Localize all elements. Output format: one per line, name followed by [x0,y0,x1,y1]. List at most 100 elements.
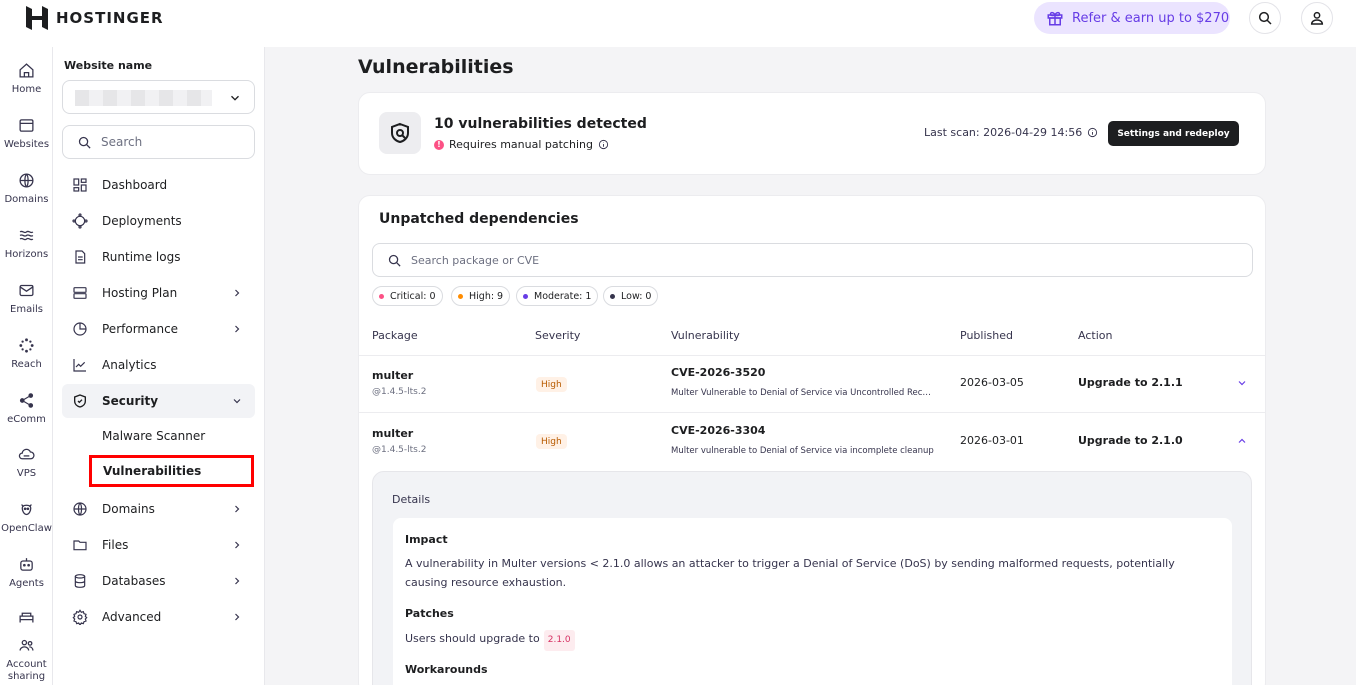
rail-websites[interactable]: Websites [0,117,53,151]
rail-emails[interactable]: Emails [0,282,53,316]
sidebar-item-label: Domains [102,502,155,516]
performance-icon [73,322,87,336]
user-icon [1310,11,1324,25]
sidebar-item-label: Performance [102,322,179,336]
analytics-icon [73,359,86,372]
search-button[interactable] [1249,2,1281,34]
upgrade-action: Upgrade to 2.1.1 [1078,376,1183,389]
sidebar-subitem-malware-scanner[interactable]: Malware Scanner [102,429,205,443]
search-icon [388,254,401,267]
hostinger-logo[interactable]: HOSTINGER [26,6,164,30]
sidebar-item-label: Dashboard [102,178,168,192]
website-select[interactable] [62,80,255,114]
sidebar-item-advanced[interactable]: Advanced [62,600,255,634]
column-header-severity: Severity [535,329,581,342]
info-icon[interactable] [1087,127,1098,138]
bed-icon [19,612,34,623]
gift-icon [1047,11,1063,26]
severity-dot [458,293,463,299]
rail-bed[interactable] [0,609,53,631]
sidebar-item-analytics[interactable]: Analytics [62,348,255,382]
severity-dot [523,293,528,299]
horizons-icon [19,230,34,241]
package-search-input[interactable]: Search package or CVE [372,243,1253,277]
chevron-up-icon[interactable] [1236,435,1248,447]
openclaw-icon [21,504,32,516]
sidebar-item-runtime-logs[interactable]: Runtime logs [62,240,255,274]
filter-chip-critical[interactable]: Critical: 0 [372,286,443,306]
column-header-package: Package [372,329,418,342]
chevron-right-icon [235,505,240,513]
rail-reach[interactable]: Reach [0,337,53,371]
cve-description: Multer Vulnerable to Denial of Service v… [671,388,936,398]
settings-redeploy-button[interactable]: Settings and redeploy [1108,121,1239,146]
top-bar: HOSTINGER Refer & earn up to $270 [0,0,1356,47]
folder-icon [73,540,87,551]
sidebar-item-dashboard[interactable]: Dashboard [62,168,255,202]
filter-chip-low[interactable]: Low: 0 [603,286,659,306]
globe-icon [19,173,34,188]
website-name-label: Website name [64,59,153,72]
refer-earn-button[interactable]: Refer & earn up to $270 [1034,2,1230,34]
impact-heading: Impact [405,533,448,546]
scan-summary-card: 10 vulnerabilities detected ! Requires m… [358,92,1266,175]
brand-name: HOSTINGER [56,9,164,27]
rail-ecomm[interactable]: eComm [0,392,53,426]
sidebar-search-input[interactable]: Search [62,125,255,159]
sidebar-subitem-label: Vulnerabilities [103,464,202,478]
sidebar-item-security[interactable]: Security [62,384,255,418]
chip-label: Critical: 0 [390,290,436,302]
vulnerabilities-count: 10 vulnerabilities detected [434,116,647,132]
rail-horizons[interactable]: Horizons [0,227,53,261]
filter-chip-moderate[interactable]: Moderate: 1 [516,286,599,306]
patching-status-text: Requires manual patching [449,138,593,151]
info-icon[interactable] [598,139,609,150]
sidebar-item-files[interactable]: Files [62,528,255,562]
rail-label: Agents [9,578,44,589]
chevron-down-icon [231,95,239,101]
row-divider [359,355,1265,356]
sidebar-item-performance[interactable]: Performance [62,312,255,346]
rail-openclaw[interactable]: OpenClaw [0,501,53,535]
filter-chip-high[interactable]: High: 9 [451,286,511,306]
sidebar-item-domains[interactable]: Domains [62,492,255,526]
rail-home[interactable]: Home [0,62,53,96]
sidebar-item-deployments[interactable]: Deployments [62,204,255,238]
sidebar-item-label: Runtime logs [102,250,181,264]
cve-description: Multer vulnerable to Denial of Service v… [671,446,934,456]
column-header-action: Action [1078,329,1113,342]
agents-icon [20,558,33,571]
severity-dot [379,293,384,299]
patches-text: Users should upgrade to [405,632,540,645]
rail-domains[interactable]: Domains [0,172,53,206]
sidebar-item-label: Deployments [102,214,182,228]
cve-id: CVE-2026-3304 [671,424,766,437]
rail-agents[interactable]: Agents [0,556,53,590]
last-scan: Last scan: 2026-04-29 14:56 [924,126,1098,139]
chevron-right-icon [235,577,240,585]
rail-account-sharing[interactable]: Account sharing [0,637,53,683]
chip-label: Moderate: 1 [534,290,592,302]
vps-icon [18,448,35,460]
unpatched-dependencies-card: Unpatched dependencies Search package or… [358,195,1266,685]
rail-label: Home [11,84,42,95]
sidebar-item-databases[interactable]: Databases [62,564,255,598]
impact-text: A vulnerability in Multer versions < 2.1… [405,557,1175,589]
deployments-icon [72,213,88,229]
sidebar-subitem-vulnerabilities[interactable]: Vulnerabilities [89,455,254,487]
last-scan-text: Last scan: 2026-04-29 14:56 [924,126,1083,139]
rail-label: Horizons [4,249,49,260]
account-button[interactable] [1301,2,1333,34]
rail-vps[interactable]: VPS [0,446,53,480]
sidebar-search-placeholder: Search [101,135,143,149]
globe-icon [73,502,87,516]
section-title: Unpatched dependencies [379,211,579,227]
chevron-down-icon[interactable] [1236,377,1248,389]
website-sidebar: Website name Search Dashboard Deployment… [53,47,265,685]
mail-icon [19,284,34,297]
sidebar-item-hosting-plan[interactable]: Hosting Plan [62,276,255,310]
chip-label: High: 9 [469,290,504,302]
rail-label: Account sharing [6,659,47,682]
patch-version-code: 2.1.0 [543,630,575,651]
chip-label: Low: 0 [621,290,652,302]
